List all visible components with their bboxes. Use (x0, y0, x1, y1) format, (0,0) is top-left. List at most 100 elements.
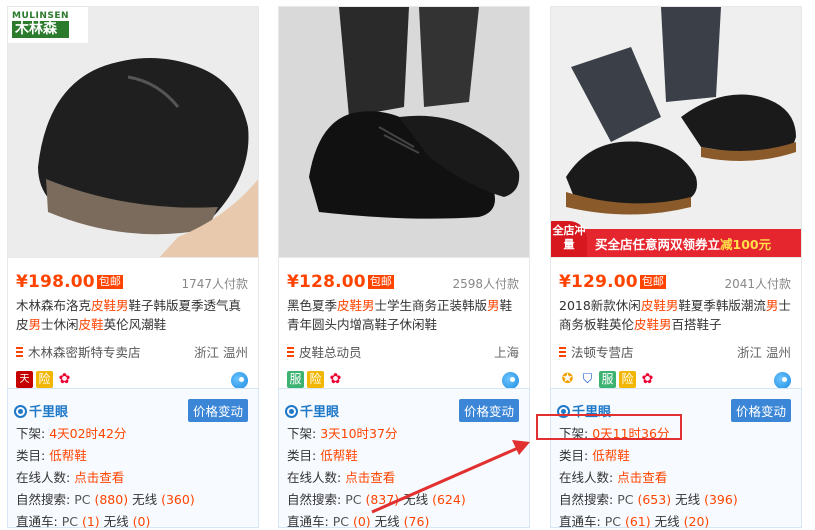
title-keyword-highlight: 男 (487, 298, 500, 313)
wangwang-chat-icon[interactable] (502, 372, 519, 389)
pc-label: PC (332, 514, 349, 529)
insurance-icon[interactable]: 险 (619, 371, 636, 388)
price-change-button[interactable]: 价格变动 (730, 399, 791, 422)
title-keyword-highlight: 男 (765, 298, 779, 313)
location: 浙江 温州 (194, 345, 248, 360)
category-label: 类目: (559, 448, 589, 463)
wireless-label: 无线 (675, 492, 701, 507)
price: ¥198.00 (16, 272, 95, 292)
ztc-pc-value: (1) (81, 514, 100, 529)
ztc-pc-value: (0) (352, 514, 371, 529)
product-info: ¥198.00 包邮 1747人付款 木林森布洛克皮鞋男鞋子韩版夏季透气真皮男士休… (7, 258, 259, 389)
highlight-box (536, 414, 682, 440)
brand-logo-en: MULINSEN (12, 11, 70, 21)
ztc-wireless-value: (20) (683, 514, 710, 529)
price-row: ¥129.00 包邮 2041人付款 (559, 272, 791, 292)
medal-icon[interactable]: ✪ (559, 371, 576, 388)
natural-pc-value: (837) (365, 492, 400, 507)
product-card-1[interactable]: MULINSEN 木林森 ¥198.00 包邮 1747人付款 木林森布洛克皮鞋男… (7, 6, 259, 529)
online-row: 在线人数: 点击查看 (287, 467, 395, 486)
qianliyan-logo: 千里眼 (14, 401, 68, 420)
insurance-icon[interactable]: 险 (36, 371, 53, 388)
pc-label: PC (345, 492, 362, 507)
product-title[interactable]: 黑色夏季皮鞋男士学生商务正装韩版男鞋青年圆头内增高鞋子休闲鞋 (287, 296, 523, 334)
delist-label: 下架: (287, 426, 317, 441)
delist-value: 3天10时37分 (320, 426, 398, 441)
insurance-icon[interactable]: 险 (307, 371, 324, 388)
qianliyan-label: 千里眼 (300, 405, 340, 420)
flower-icon[interactable]: ✿ (639, 371, 656, 388)
promo-banner[interactable]: 全店冲量 买全店任意两双领券立减100元 (551, 221, 801, 257)
qianliyan-panel: 千里眼 价格变动 下架: 0天11时36分 类目: 低帮鞋 在线人数: 点击查看… (550, 388, 802, 529)
title-segment: 英伦风潮鞋 (103, 317, 167, 332)
online-view-link[interactable]: 点击查看 (617, 470, 667, 485)
tmall-icon[interactable]: 天 (16, 371, 33, 388)
wireless-label: 无线 (132, 492, 158, 507)
shop-link[interactable]: 皮鞋总动员 (287, 342, 362, 361)
title-segment: 百搭鞋子 (671, 317, 722, 332)
ztc-pc-value: (61) (624, 514, 651, 529)
location: 上海 (493, 345, 519, 360)
pc-label: PC (61, 514, 78, 529)
title-segment: 士休闲 (41, 317, 79, 332)
wangwang-chat-icon[interactable] (774, 372, 791, 389)
ztc-label: 直通车: (559, 514, 601, 529)
qianliyan-logo: 千里眼 (285, 401, 339, 420)
product-info: ¥129.00 包邮 2041人付款 2018新款休闲皮鞋男鞋夏季韩版潮流男士商务… (550, 258, 802, 389)
promo-corner: 全店冲量 (551, 221, 587, 257)
price: ¥129.00 (559, 272, 638, 292)
pc-label: PC (74, 492, 91, 507)
location: 浙江 温州 (737, 345, 791, 360)
online-label: 在线人数: (16, 470, 71, 485)
online-view-link[interactable]: 点击查看 (74, 470, 124, 485)
price-row: ¥198.00 包邮 1747人付款 (16, 272, 248, 292)
brand-logo-cn: 木林森 (12, 21, 70, 38)
product-image[interactable]: MULINSEN 木林森 (7, 6, 259, 258)
title-keyword-highlight: 皮鞋男 (634, 317, 672, 332)
product-title[interactable]: 2018新款休闲皮鞋男鞋夏季韩版潮流男士商务板鞋英伦皮鞋男百搭鞋子 (559, 296, 795, 334)
product-image[interactable] (278, 6, 530, 258)
price-change-button[interactable]: 价格变动 (187, 399, 248, 422)
qianliyan-label: 千里眼 (29, 405, 69, 420)
promo-amount: 减100元 (720, 237, 772, 252)
price-change-button[interactable]: 价格变动 (458, 399, 519, 422)
natural-wireless-value: (360) (161, 492, 195, 507)
online-view-link[interactable]: 点击查看 (345, 470, 395, 485)
natural-search-row: 自然搜索: PC (837) 无线 (624) (287, 489, 466, 508)
product-image[interactable]: 全店冲量 买全店任意两双领券立减100元 (550, 6, 802, 258)
promo-text: 买全店任意两双领券立减100元 (595, 234, 771, 253)
price: ¥128.00 (287, 272, 366, 292)
price-row: ¥128.00 包邮 2598人付款 (287, 272, 519, 292)
product-card-3[interactable]: 全店冲量 买全店任意两双领券立减100元 ¥129.00 包邮 2041人付款 2… (550, 6, 802, 529)
flower-icon[interactable]: ✿ (327, 371, 344, 388)
online-row: 在线人数: 点击查看 (16, 467, 124, 486)
flower-icon[interactable]: ✿ (56, 371, 73, 388)
qianliyan-panel: 千里眼 价格变动 下架: 4天02时42分 类目: 低帮鞋 在线人数: 点击查看… (7, 388, 259, 529)
ztc-wireless-value: (0) (132, 514, 151, 529)
wireless-label: 无线 (103, 514, 129, 529)
delist-row: 下架: 3天10时37分 (287, 423, 397, 442)
pc-label: PC (604, 514, 621, 529)
product-title[interactable]: 木林森布洛克皮鞋男鞋子韩版夏季透气真皮男士休闲皮鞋英伦风潮鞋 (16, 296, 252, 334)
service-icon[interactable]: 服 (287, 371, 304, 388)
shop-link[interactable]: 木林森密斯特专卖店 (16, 342, 141, 361)
natural-search-row: 自然搜索: PC (880) 无线 (360) (16, 489, 195, 508)
title-segment: 鞋夏季韩版潮流 (678, 298, 766, 313)
online-row: 在线人数: 点击查看 (559, 467, 667, 486)
free-shipping-badge: 包邮 (96, 275, 123, 289)
ztc-row: 直通车: PC (0) 无线 (76) (287, 511, 429, 530)
category-label: 类目: (287, 448, 317, 463)
online-label: 在线人数: (559, 470, 614, 485)
free-shipping-badge: 包邮 (367, 275, 394, 289)
free-shipping-badge: 包邮 (639, 275, 666, 289)
wangwang-chat-icon[interactable] (231, 372, 248, 389)
shop-link[interactable]: 法顿专营店 (559, 342, 634, 361)
eye-icon (14, 405, 27, 418)
shield-icon[interactable]: ⛉ (579, 371, 596, 388)
natural-wireless-value: (396) (704, 492, 738, 507)
ztc-label: 直通车: (287, 514, 329, 529)
service-icon[interactable]: 服 (599, 371, 616, 388)
paid-count: 1747人付款 (181, 277, 248, 291)
paid-count: 2041人付款 (724, 277, 791, 291)
product-card-2[interactable]: ¥128.00 包邮 2598人付款 黑色夏季皮鞋男士学生商务正装韩版男鞋青年圆头… (278, 6, 530, 529)
